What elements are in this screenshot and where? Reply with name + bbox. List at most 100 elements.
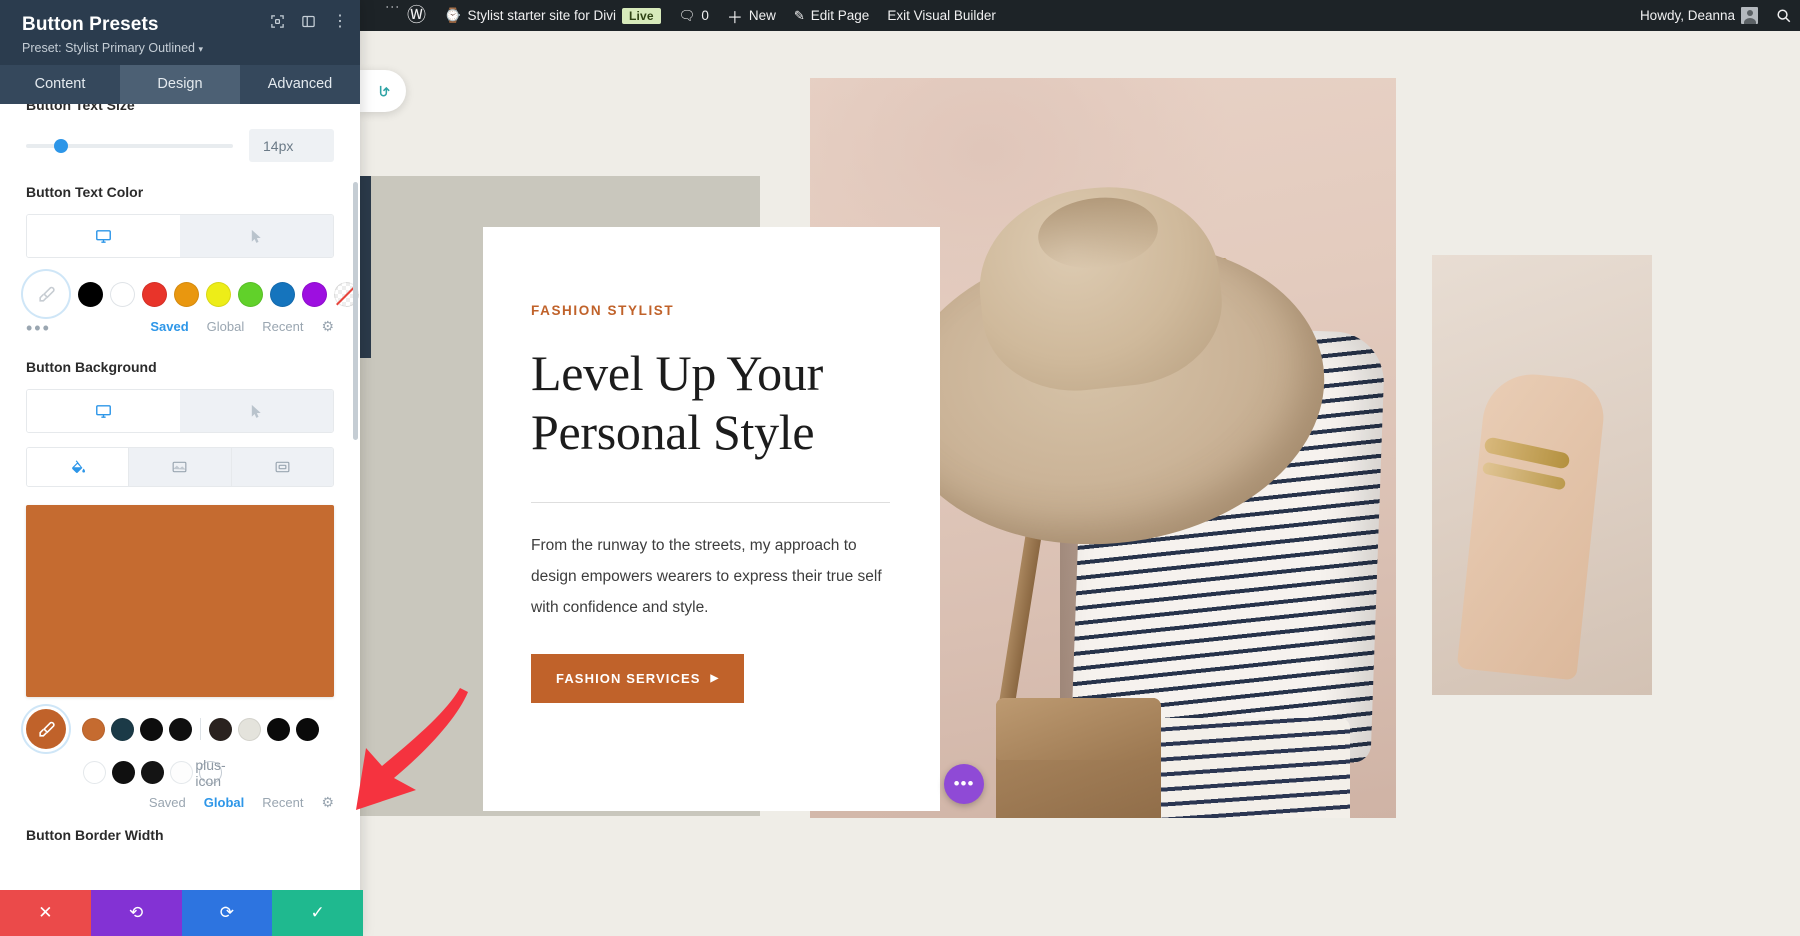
text-color-tab-recent[interactable]: Recent <box>262 319 303 334</box>
live-badge: Live <box>622 8 661 24</box>
global-swatch-4[interactable] <box>169 718 192 741</box>
background-type-color[interactable] <box>27 448 129 486</box>
global-swatch-12[interactable] <box>170 761 193 784</box>
redo-icon: ⟳ <box>220 903 234 923</box>
swatch-black[interactable] <box>78 282 103 307</box>
adminbar-edit-page[interactable]: ✎ Edit Page <box>785 0 878 31</box>
background-tab-saved[interactable]: Saved <box>149 795 186 810</box>
adminbar-site-name[interactable]: ⌚ Stylist starter site for Divi Live <box>435 0 670 31</box>
global-swatch-1[interactable] <box>82 718 105 741</box>
tab-content[interactable]: Content <box>0 65 120 104</box>
hero-card: FASHION STYLIST Level Up Your Personal S… <box>483 227 940 811</box>
button-text-size-value[interactable]: 14px <box>249 129 334 162</box>
global-swatch-8[interactable] <box>296 718 319 741</box>
close-icon: ✕ <box>38 903 52 923</box>
background-tab-recent[interactable]: Recent <box>262 795 303 810</box>
fashion-services-button[interactable]: FASHION SERVICES ▶ <box>531 654 744 703</box>
global-swatch-11[interactable] <box>141 761 164 784</box>
text-color-tab-saved[interactable]: Saved <box>150 319 188 334</box>
adminbar-wp-logo[interactable]: Ⓦ <box>398 0 435 31</box>
new-label: New <box>749 8 776 23</box>
avatar <box>1741 7 1758 24</box>
tab-advanced[interactable]: Advanced <box>240 65 360 104</box>
background-color-preview[interactable] <box>26 505 334 697</box>
cta-label: FASHION SERVICES <box>556 671 701 686</box>
canvas-round-toolbar-button[interactable] <box>360 70 406 112</box>
slider-knob[interactable] <box>54 139 68 153</box>
wordpress-admin-bar: ⋮ Ⓦ ⌚ Stylist starter site for Divi Live… <box>360 0 1800 31</box>
settings-arrow-icon <box>375 83 392 100</box>
add-global-color-button[interactable]: plus-icon <box>199 761 222 784</box>
text-color-picker-button[interactable] <box>26 274 66 314</box>
panel-scrollbar-thumb[interactable] <box>353 182 358 440</box>
swatch-white[interactable] <box>110 282 135 307</box>
adminbar-exit-visual-builder[interactable]: Exit Visual Builder <box>878 0 1005 31</box>
striped-skirt <box>1140 718 1350 818</box>
swatch-blue[interactable] <box>270 282 295 307</box>
gear-icon[interactable]: ⚙ <box>321 318 334 335</box>
background-tab-global[interactable]: Global <box>204 795 244 810</box>
discard-changes-button[interactable]: ✕ <box>0 890 91 936</box>
background-hover-tab[interactable] <box>180 390 333 432</box>
global-swatch-7[interactable] <box>267 718 290 741</box>
global-swatch-2[interactable] <box>111 718 134 741</box>
hero-eyebrow: FASHION STYLIST <box>531 303 890 318</box>
swatch-divider <box>200 718 201 740</box>
global-swatch-5[interactable] <box>209 718 232 741</box>
global-swatch-6[interactable] <box>238 718 261 741</box>
global-swatch-10[interactable] <box>112 761 135 784</box>
adminbar-search[interactable] <box>1767 0 1800 31</box>
button-text-size-slider[interactable] <box>26 136 233 156</box>
background-swatch-row-2: plus-icon <box>26 761 334 784</box>
adminbar-drag-dots: ⋮ <box>385 0 401 31</box>
text-color-more-swatches[interactable]: ••• <box>26 318 51 339</box>
desktop-icon <box>95 228 112 245</box>
text-color-hover-tab[interactable] <box>180 215 333 257</box>
background-type-gradient[interactable] <box>129 448 231 486</box>
global-swatch-3[interactable] <box>140 718 163 741</box>
background-desktop-tab[interactable] <box>27 390 180 432</box>
adminbar-my-account[interactable]: Howdy, Deanna <box>1631 0 1767 31</box>
howdy-label: Howdy, Deanna <box>1640 8 1735 23</box>
text-color-tab-global[interactable]: Global <box>207 319 245 334</box>
comment-icon: 🗨 <box>679 8 696 24</box>
redo-button[interactable]: ⟳ <box>182 890 273 936</box>
search-icon <box>1776 8 1791 23</box>
swatch-green[interactable] <box>238 282 263 307</box>
panel-preset-selector[interactable]: Preset: Stylist Primary Outlined ▾ <box>22 41 344 55</box>
panel-scroll-area[interactable]: Button Text Size 14px Button Text Color <box>0 104 360 936</box>
text-color-desktop-tab[interactable] <box>27 215 180 257</box>
divi-floating-menu-button[interactable]: ••• <box>944 764 984 804</box>
swatch-red[interactable] <box>142 282 167 307</box>
layout-icon[interactable] <box>301 14 316 29</box>
background-source-tabs: Saved Global Recent ⚙ <box>26 794 334 811</box>
global-swatch-9[interactable] <box>83 761 106 784</box>
settings-action-bar: ✕ ⟲ ⟳ ✓ <box>0 890 363 936</box>
gradient-icon <box>171 459 188 475</box>
plus-icon: ＋ <box>727 4 743 28</box>
background-type-video[interactable] <box>232 448 333 486</box>
label-button-background: Button Background <box>26 359 334 375</box>
adminbar-comments[interactable]: 🗨 0 <box>670 0 718 31</box>
cursor-icon <box>249 228 264 245</box>
swatch-yellow[interactable] <box>206 282 231 307</box>
save-changes-button[interactable]: ✓ <box>272 890 363 936</box>
background-color-picker-button[interactable] <box>26 709 66 749</box>
exit-label: Exit Visual Builder <box>887 8 996 23</box>
adminbar-new[interactable]: ＋ New <box>718 0 785 31</box>
swatch-orange[interactable] <box>174 282 199 307</box>
desktop-icon <box>95 403 112 420</box>
gear-icon[interactable]: ⚙ <box>321 794 334 811</box>
swatch-purple[interactable] <box>302 282 327 307</box>
text-color-source-tabs: Saved Global Recent ⚙ <box>150 318 334 335</box>
label-button-text-color: Button Text Color <box>26 184 334 200</box>
eyedropper-icon <box>37 720 56 739</box>
target-icon[interactable] <box>270 14 285 29</box>
undo-button[interactable]: ⟲ <box>91 890 182 936</box>
panel-scrollbar-track[interactable] <box>354 104 359 936</box>
preset-label: Preset: Stylist Primary Outlined <box>22 41 195 55</box>
label-button-text-size: Button Text Size <box>26 104 334 113</box>
site-name-label: Stylist starter site for Divi <box>467 8 616 23</box>
more-vertical-icon[interactable]: ⋮ <box>332 14 348 29</box>
tab-design[interactable]: Design <box>120 65 240 104</box>
